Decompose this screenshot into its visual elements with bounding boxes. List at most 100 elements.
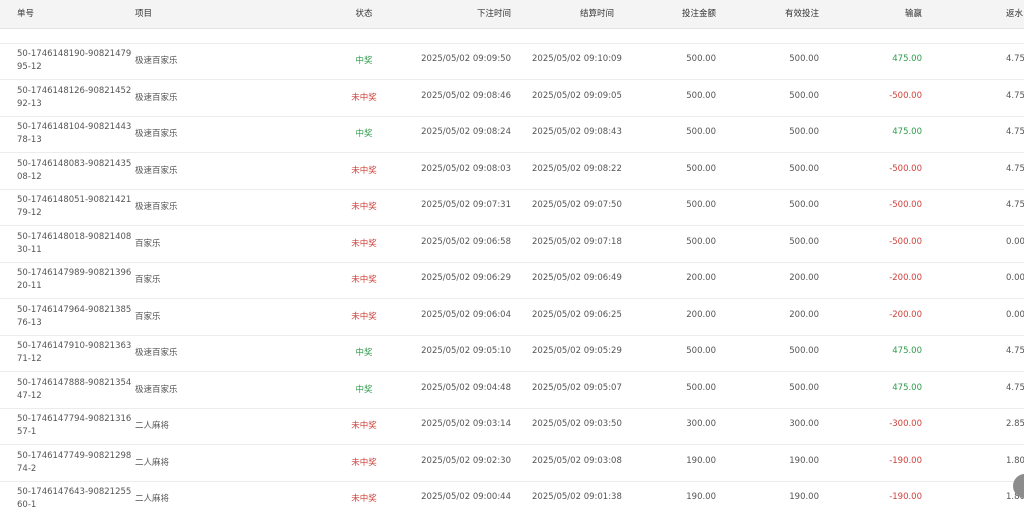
- order-id: 50-1746148018-90821408 30-11: [17, 231, 132, 255]
- rebate: 4.75: [1006, 382, 1024, 393]
- rebate: 0.00: [1006, 236, 1024, 247]
- bet-amount: 200.00: [686, 309, 716, 320]
- table-row[interactable]: 50-1746148126-90821452 92-13 极速百家乐 未中奖 2025/…: [0, 80, 1024, 117]
- valid-bet: 500.00: [789, 54, 819, 64]
- table-row[interactable]: 50-1746148104-90821443 78-13 极速百家乐 中奖 2025/0…: [0, 116, 1024, 153]
- rebate: 0.00: [1006, 273, 1024, 283]
- win-loss: -300.00: [889, 419, 922, 429]
- project-name: 极速百家乐: [135, 202, 178, 212]
- rebate: 4.75: [1006, 90, 1024, 101]
- bet-time: 2025/05/02 09:06:58: [421, 236, 511, 247]
- rebate: 4.75: [1006, 200, 1024, 210]
- table-row[interactable]: 50-1746147989-90821396 20-11 百家乐 未中奖 2025/05…: [0, 262, 1024, 299]
- valid-bet: 200.00: [789, 273, 819, 283]
- settle-time: 2025/05/02 09:06:49: [532, 273, 622, 283]
- table-row[interactable]: 50-1746148051-90821421 79-12 极速百家乐 未中奖 2025/…: [0, 189, 1024, 226]
- table-header: 单号 项目 状态 下注时间 结算时间 投注金额 有效投注 输赢 返水: [0, 0, 1024, 29]
- project-name: 极速百家乐: [135, 348, 178, 358]
- settle-time: 2025/05/02 09:08:43: [532, 127, 622, 137]
- project-name: 二人麻将: [135, 494, 170, 504]
- settle-time: 2025/05/02 09:06:25: [532, 309, 622, 320]
- win-loss: 475.00: [892, 54, 922, 64]
- status-badge: 未中奖: [351, 202, 377, 212]
- order-id: 50-1746148190-90821479 95-12: [17, 49, 132, 72]
- rebate: 0.00: [1006, 309, 1024, 320]
- project-name: 极速百家乐: [135, 92, 178, 103]
- bet-time: 2025/05/02 09:05:10: [421, 346, 511, 356]
- bet-amount: 500.00: [686, 90, 716, 101]
- table-row[interactable]: 50-1746147888-90821354 47-12 极速百家乐 中奖 2025/0…: [0, 372, 1024, 409]
- table-row[interactable]: 50-1746147643-90821255 60-1 二人麻将 未中奖 2025/05…: [0, 481, 1024, 515]
- win-loss: -200.00: [889, 309, 922, 320]
- project-name: 百家乐: [135, 238, 161, 249]
- settle-time: 2025/05/02 09:03:08: [532, 455, 622, 466]
- settle-time: 2025/05/02 09:05:07: [532, 382, 622, 393]
- bet-amount: 200.00: [686, 273, 716, 283]
- project-name: 极速百家乐: [135, 384, 178, 395]
- order-id: 50-1746147910-90821363 71-12: [17, 341, 132, 364]
- settle-time: 2025/05/02 09:10:09: [532, 54, 622, 64]
- header-win-loss: 输赢: [904, 9, 922, 19]
- status-badge: 未中奖: [351, 275, 377, 285]
- order-id: 50-1746147989-90821396 20-11: [17, 268, 132, 291]
- header-status: 状态: [355, 9, 373, 19]
- bet-time: 2025/05/02 09:09:50: [421, 54, 511, 64]
- order-id: 50-1746148104-90821443 78-13: [17, 122, 132, 145]
- settle-time: 2025/05/02 09:08:22: [532, 163, 622, 174]
- table-row[interactable]: 50-1746148083-90821435 08-12 极速百家乐 未中奖 2025/…: [0, 153, 1024, 190]
- status-badge: 未中奖: [351, 421, 377, 431]
- valid-bet: 500.00: [789, 236, 819, 247]
- bet-time: 2025/05/02 09:04:48: [421, 382, 511, 393]
- rebate: 4.75: [1006, 54, 1024, 64]
- bet-amount: 500.00: [686, 346, 716, 356]
- status-badge: 中奖: [355, 348, 373, 358]
- table-body: 01-12极速百家乐50-1746148190-9082147995-12极速百…: [0, 0, 1024, 515]
- table-row[interactable]: 50-1746147749-90821298 74-2 二人麻将 未中奖 2025/05…: [0, 445, 1024, 482]
- win-loss: 475.00: [892, 382, 922, 393]
- win-loss: -500.00: [889, 200, 922, 210]
- bet-amount: 500.00: [686, 54, 716, 64]
- bet-time: 2025/05/02 09:00:44: [421, 492, 511, 502]
- valid-bet: 190.00: [789, 455, 819, 466]
- bet-time: 2025/05/02 09:03:14: [421, 419, 511, 429]
- bet-time: 2025/05/02 09:06:04: [421, 309, 511, 320]
- table-row[interactable]: 50-1746147964-90821385 76-13 百家乐 未中奖 2025/05…: [0, 299, 1024, 336]
- settle-time: 2025/05/02 09:03:50: [532, 419, 622, 429]
- bet-time: 2025/05/02 09:07:31: [421, 200, 511, 210]
- win-loss: -190.00: [889, 492, 922, 502]
- valid-bet: 500.00: [789, 127, 819, 137]
- header-project: 项目: [135, 9, 153, 19]
- bet-amount: 500.00: [686, 382, 716, 393]
- win-loss: 475.00: [892, 127, 922, 137]
- bet-time: 2025/05/02 09:06:29: [421, 273, 511, 283]
- win-loss: -190.00: [889, 455, 922, 466]
- table-row[interactable]: 50-1746148190-90821479 95-12 极速百家乐 中奖 2025/0…: [0, 43, 1024, 80]
- bet-record-page: 单号 项目 状态 下注时间 结算时间 投注金额 有效投注 输赢 返水 01-12…: [0, 0, 1024, 515]
- order-id: 50-1746147749-90821298 74-2: [17, 450, 132, 474]
- status-badge: 未中奖: [351, 92, 377, 103]
- settle-time: 2025/05/02 09:01:38: [532, 492, 622, 502]
- rebate: 2.85: [1006, 419, 1024, 429]
- table-row[interactable]: 50-1746147794-90821316 57-1 二人麻将 未中奖 2025/05…: [0, 408, 1024, 445]
- project-name: 极速百家乐: [135, 165, 178, 176]
- project-name: 百家乐: [135, 311, 161, 322]
- rebate: 4.75: [1006, 127, 1024, 137]
- bet-time: 2025/05/02 09:08:46: [421, 90, 511, 101]
- table-row[interactable]: 50-1746147910-90821363 71-12 极速百家乐 中奖 2025/0…: [0, 335, 1024, 372]
- order-id: 50-1746148051-90821421 79-12: [17, 195, 132, 218]
- table-row[interactable]: 50-1746148018-90821408 30-11 百家乐 未中奖 2025/05…: [0, 226, 1024, 263]
- valid-bet: 500.00: [789, 200, 819, 210]
- header-bet-time: 下注时间: [476, 9, 511, 19]
- win-loss: -500.00: [889, 163, 922, 174]
- rebate: 4.75: [1006, 346, 1024, 356]
- valid-bet: 500.00: [789, 90, 819, 101]
- bet-amount: 190.00: [686, 455, 716, 466]
- win-loss: -500.00: [889, 236, 922, 247]
- valid-bet: 500.00: [789, 346, 819, 356]
- bet-time: 2025/05/02 09:02:30: [421, 455, 511, 466]
- project-name: 极速百家乐: [135, 129, 178, 139]
- project-name: 二人麻将: [135, 457, 170, 468]
- header-rebate: 返水: [1006, 9, 1024, 19]
- valid-bet: 500.00: [789, 163, 819, 174]
- win-loss: -500.00: [889, 90, 922, 101]
